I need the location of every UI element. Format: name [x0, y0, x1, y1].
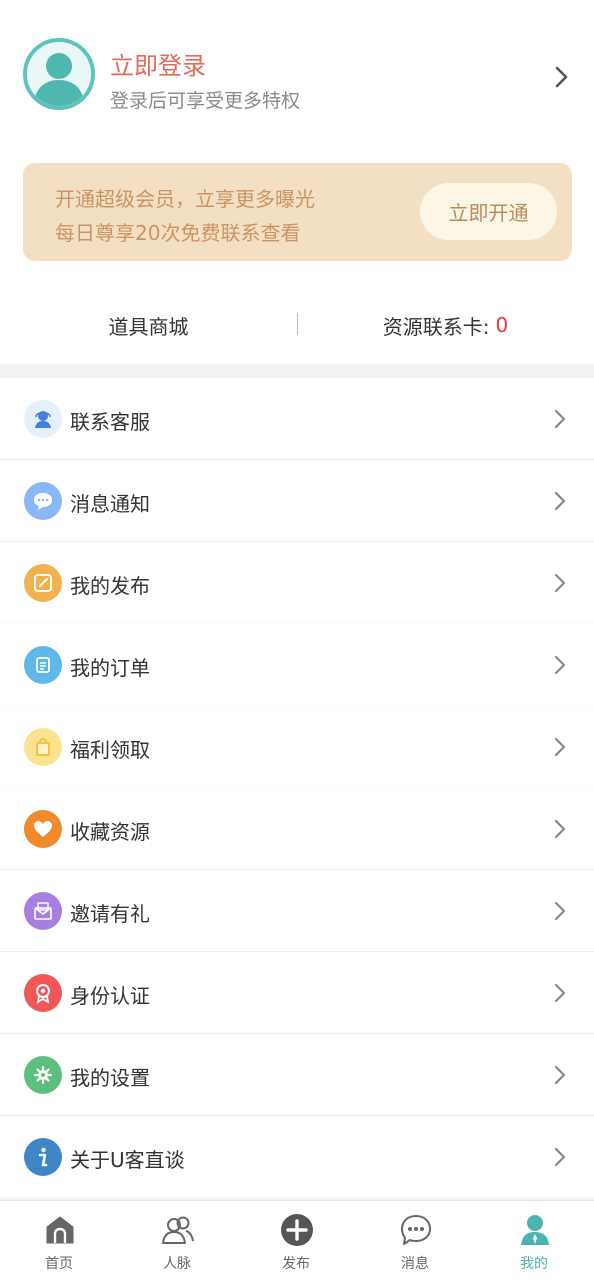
- tab-messages[interactable]: 消息: [356, 1201, 474, 1280]
- menu-item-settings[interactable]: 我的设置: [0, 1034, 594, 1116]
- tab-label: 首页: [45, 1256, 73, 1272]
- envelope-icon: [24, 892, 62, 930]
- bottom-nav: 首页 人脉 发布 消息 我的: [0, 1200, 594, 1280]
- menu-item-label: 我的订单: [70, 656, 150, 680]
- section-separator: [0, 364, 594, 378]
- login-subtitle: 登录后可享受更多特权: [110, 90, 301, 112]
- vip-banner[interactable]: 开通超级会员，立享更多曝光 每日尊享20次免费联系查看 立即开通: [23, 163, 572, 261]
- vip-line-2: 每日尊享20次免费联系查看: [55, 221, 301, 245]
- add-circle-icon: [281, 1214, 313, 1246]
- tab-contacts[interactable]: 人脉: [118, 1201, 236, 1280]
- menu-item-label: 联系客服: [70, 410, 150, 434]
- menu-item-identity-verification[interactable]: 身份认证: [0, 952, 594, 1034]
- tab-label: 消息: [401, 1256, 429, 1272]
- user-avatar-icon[interactable]: [23, 38, 95, 110]
- chevron-right-icon: [554, 1147, 566, 1167]
- chevron-right-icon[interactable]: [550, 64, 572, 90]
- login-title[interactable]: 立即登录: [110, 46, 206, 81]
- chevron-right-icon: [554, 819, 566, 839]
- menu-item-favorites[interactable]: 收藏资源: [0, 788, 594, 870]
- gear-icon: [24, 1056, 62, 1094]
- chat-icon: [401, 1215, 431, 1245]
- gift-bag-icon: [24, 728, 62, 766]
- chevron-right-icon: [554, 983, 566, 1003]
- home-icon: [46, 1216, 74, 1244]
- heart-icon: [24, 810, 62, 848]
- menu-item-my-orders[interactable]: 我的订单: [0, 624, 594, 706]
- menu-item-customer-service[interactable]: 联系客服: [0, 378, 594, 460]
- profile-header[interactable]: 立即登录 登录后可享受更多特权: [0, 0, 594, 150]
- menu-item-benefits[interactable]: 福利领取: [0, 706, 594, 788]
- tab-label: 我的: [520, 1256, 548, 1272]
- menu-item-my-posts[interactable]: 我的发布: [0, 542, 594, 624]
- menu-item-label: 邀请有礼: [70, 902, 150, 926]
- props-mall-link[interactable]: 道具商城: [0, 295, 297, 355]
- chevron-right-icon: [554, 491, 566, 511]
- edit-icon: [24, 564, 62, 602]
- menu-item-about[interactable]: 关于U客直谈: [0, 1116, 594, 1198]
- profile-icon: [521, 1215, 549, 1245]
- message-bubble-icon: [24, 482, 62, 520]
- vip-line-1: 开通超级会员，立享更多曝光: [55, 187, 315, 211]
- menu-item-label: 关于U客直谈: [70, 1148, 185, 1172]
- menu-item-label: 福利领取: [70, 738, 150, 762]
- tab-label: 发布: [282, 1256, 310, 1272]
- open-vip-button[interactable]: 立即开通: [420, 183, 557, 240]
- badge-icon: [24, 974, 62, 1012]
- menu-item-label: 收藏资源: [70, 820, 150, 844]
- chevron-right-icon: [554, 901, 566, 921]
- chevron-right-icon: [554, 737, 566, 757]
- contacts-icon: [162, 1216, 194, 1244]
- menu-item-label: 我的发布: [70, 574, 150, 598]
- tab-home[interactable]: 首页: [0, 1201, 118, 1280]
- chevron-right-icon: [554, 573, 566, 593]
- menu-item-invite[interactable]: 邀请有礼: [0, 870, 594, 952]
- chevron-right-icon: [554, 1065, 566, 1085]
- menu-item-notifications[interactable]: 消息通知: [0, 460, 594, 542]
- menu-item-label: 身份认证: [70, 984, 150, 1008]
- customer-service-icon: [24, 400, 62, 438]
- menu-item-label: 我的设置: [70, 1066, 150, 1090]
- contact-card-label: 资源联系卡:: [382, 314, 490, 339]
- shop-row: 道具商城 资源联系卡: 0: [0, 295, 594, 355]
- tab-me[interactable]: 我的: [475, 1201, 593, 1280]
- chevron-right-icon: [554, 655, 566, 675]
- menu-list: 联系客服 消息通知 我的发布 我的订单 福利领取 收藏资源 邀请有礼 身份认证 …: [0, 378, 594, 1198]
- tab-label: 人脉: [163, 1256, 191, 1272]
- contact-card-count: 0: [495, 313, 509, 337]
- contact-card-link[interactable]: 资源联系卡: 0: [297, 295, 594, 355]
- tab-post[interactable]: 发布: [237, 1201, 355, 1280]
- menu-item-label: 消息通知: [70, 492, 150, 516]
- info-icon: [24, 1138, 62, 1176]
- order-icon: [24, 646, 62, 684]
- chevron-right-icon: [554, 409, 566, 429]
